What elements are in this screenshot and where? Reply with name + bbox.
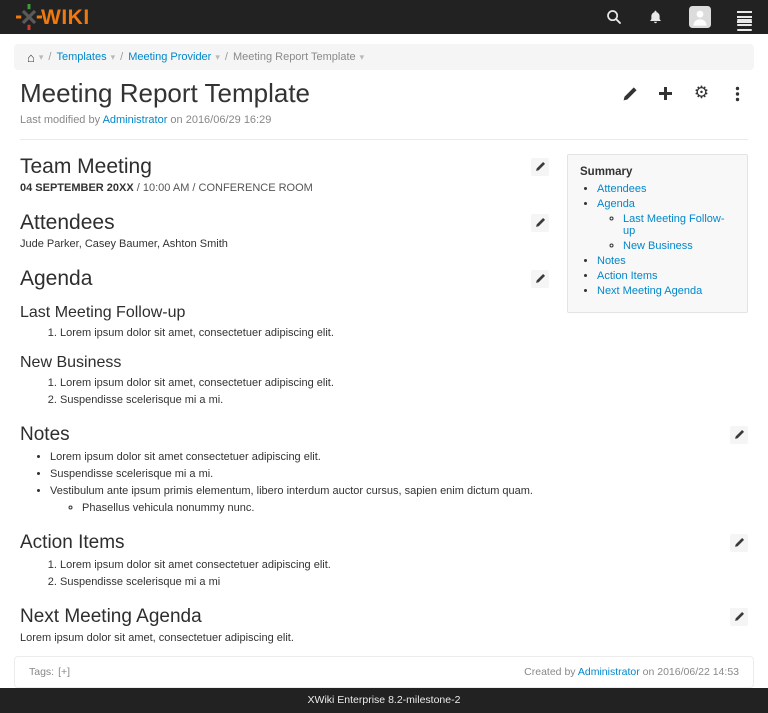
modified-suffix: on 2016/06/29 16:29 — [167, 114, 271, 126]
notes-sublist: Phasellus vehicula nonummy nunc. — [50, 501, 748, 516]
last-modified-line: Last modified by Administrator on 2016/0… — [20, 113, 748, 127]
chevron-down-icon[interactable]: ▾ — [111, 50, 116, 64]
next-meeting-text: Lorem ipsum dolor sit amet, consectetuer… — [20, 631, 748, 646]
version-footer: XWiki Enterprise 8.2-milestone-2 — [0, 688, 768, 713]
breadcrumb-link-meeting-provider[interactable]: Meeting Provider — [128, 50, 211, 64]
navbar-actions — [606, 6, 752, 28]
summary-link-agenda[interactable]: Agenda — [597, 198, 635, 210]
subsection-title-new-business: New Business — [20, 353, 748, 373]
hamburger-menu-icon[interactable] — [737, 10, 752, 24]
summary-link-notes[interactable]: Notes — [597, 255, 626, 267]
list-item: Suspendisse scelerisque mi a mi. — [60, 393, 748, 408]
settings-gear-icon[interactable]: ⚙ — [693, 85, 710, 102]
section-agenda: Agenda — [20, 266, 549, 291]
list-item: Suspendisse scelerisque mi a mi — [60, 575, 748, 590]
summary-list-item: Action Items — [597, 270, 735, 282]
summary-sublist: Last Meeting Follow-up New Business — [597, 213, 735, 252]
breadcrumb-link-templates[interactable]: Templates — [56, 50, 106, 64]
created-suffix: on 2016/06/22 14:53 — [640, 666, 739, 678]
breadcrumb-current-page: Meeting Report Template — [233, 50, 356, 64]
add-tag-button[interactable]: [+] — [58, 665, 70, 679]
summary-link-next-meeting-agenda[interactable]: Next Meeting Agenda — [597, 285, 702, 297]
summary-link-action-items[interactable]: Action Items — [597, 270, 658, 282]
summary-link-last-meeting-follow-up[interactable]: Last Meeting Follow-up — [623, 213, 725, 237]
edit-section-button[interactable] — [730, 426, 748, 444]
meeting-time-location: / 10:00 AM / CONFERENCE ROOM — [134, 182, 313, 194]
section-title-action-items: Action Items — [20, 530, 125, 555]
page-title: Meeting Report Template — [20, 78, 310, 108]
tags-label: Tags: — [29, 665, 54, 679]
more-actions-kebab-icon[interactable] — [729, 85, 746, 102]
document-content: Summary Attendees Agenda Last Meeting Fo… — [0, 152, 768, 648]
list-item: Lorem ipsum dolor sit amet consectetuer … — [50, 450, 748, 465]
brand-wordmark: WIKI — [41, 7, 90, 28]
new-business-list: Lorem ipsum dolor sit amet, consectetuer… — [20, 376, 748, 408]
section-title-notes: Notes — [20, 422, 70, 447]
edit-section-button[interactable] — [531, 214, 549, 232]
section-team-meeting: Team Meeting — [20, 154, 549, 179]
meeting-date: 04 SEPTEMBER 20XX — [20, 182, 134, 194]
chevron-down-icon[interactable]: ▾ — [215, 50, 220, 64]
breadcrumb-separator: / — [120, 50, 123, 64]
summary-list-item: Agenda Last Meeting Follow-up New Busine… — [597, 198, 735, 252]
edit-section-button[interactable] — [531, 158, 549, 176]
last-meeting-list: Lorem ipsum dolor sit amet, consectetuer… — [20, 326, 748, 341]
section-title-team-meeting: Team Meeting — [20, 154, 152, 179]
summary-list-item: Next Meeting Agenda — [597, 285, 735, 297]
edit-section-button[interactable] — [531, 270, 549, 288]
section-attendees: Attendees — [20, 210, 549, 235]
top-navbar: WIKI — [0, 0, 768, 34]
breadcrumb: ⌂ ▾ / Templates ▾ / Meeting Provider ▾ /… — [14, 44, 754, 70]
modified-author-link[interactable]: Administrator — [103, 114, 168, 126]
xwiki-x-logo-icon — [16, 4, 42, 30]
list-item: Lorem ipsum dolor sit amet consectetuer … — [60, 558, 748, 573]
chevron-down-icon[interactable]: ▾ — [360, 50, 365, 64]
header-divider — [20, 139, 748, 140]
version-text: XWiki Enterprise 8.2-milestone-2 — [308, 694, 461, 706]
list-item: Suspendisse scelerisque mi a mi. — [50, 467, 748, 482]
summary-list-item: Last Meeting Follow-up — [623, 213, 735, 237]
modified-prefix: Last modified by — [20, 114, 103, 126]
summary-list-item: New Business — [623, 240, 735, 252]
search-icon[interactable] — [606, 9, 622, 25]
section-notes: Notes — [20, 422, 748, 447]
summary-link-new-business[interactable]: New Business — [623, 240, 693, 252]
summary-link-attendees[interactable]: Attendees — [597, 183, 647, 195]
action-items-list: Lorem ipsum dolor sit amet consectetuer … — [20, 558, 748, 590]
breadcrumb-separator: / — [48, 50, 51, 64]
section-title-attendees: Attendees — [20, 210, 115, 235]
document-footer-info: Tags: [+] Created by Administrator on 20… — [14, 656, 754, 688]
edit-section-button[interactable] — [730, 534, 748, 552]
user-avatar[interactable] — [689, 6, 711, 28]
list-item: Lorem ipsum dolor sit amet, consectetuer… — [60, 326, 748, 341]
list-item: Vestibulum ante ipsum primis elementum, … — [50, 484, 748, 516]
notes-list: Lorem ipsum dolor sit amet consectetuer … — [20, 450, 748, 516]
xwiki-logo[interactable]: WIKI — [16, 4, 90, 30]
chevron-down-icon[interactable]: ▾ — [39, 50, 44, 64]
page-header: Meeting Report Template ⚙ Last modified … — [0, 70, 768, 127]
created-author-link[interactable]: Administrator — [578, 666, 640, 678]
section-next-meeting-agenda: Next Meeting Agenda — [20, 604, 748, 629]
summary-title: Summary — [580, 166, 735, 178]
home-icon[interactable]: ⌂ — [27, 52, 35, 63]
summary-list-item: Notes — [597, 255, 735, 267]
summary-list-item: Attendees — [597, 183, 735, 195]
section-title-agenda: Agenda — [20, 266, 92, 291]
summary-panel: Summary Attendees Agenda Last Meeting Fo… — [567, 154, 748, 313]
list-item: Phasellus vehicula nonummy nunc. — [82, 501, 748, 516]
create-page-button[interactable] — [657, 85, 674, 102]
list-item: Lorem ipsum dolor sit amet, consectetuer… — [60, 376, 748, 391]
page-actions: ⚙ — [621, 76, 748, 102]
edit-page-button[interactable] — [621, 85, 638, 102]
created-line: Created by Administrator on 2016/06/22 1… — [524, 665, 739, 679]
created-prefix: Created by — [524, 666, 578, 678]
section-action-items: Action Items — [20, 530, 748, 555]
section-title-next-meeting-agenda: Next Meeting Agenda — [20, 604, 202, 629]
edit-section-button[interactable] — [730, 608, 748, 626]
breadcrumb-separator: / — [225, 50, 228, 64]
notifications-bell-icon[interactable] — [648, 9, 663, 25]
summary-list: Attendees Agenda Last Meeting Follow-up … — [580, 183, 735, 297]
